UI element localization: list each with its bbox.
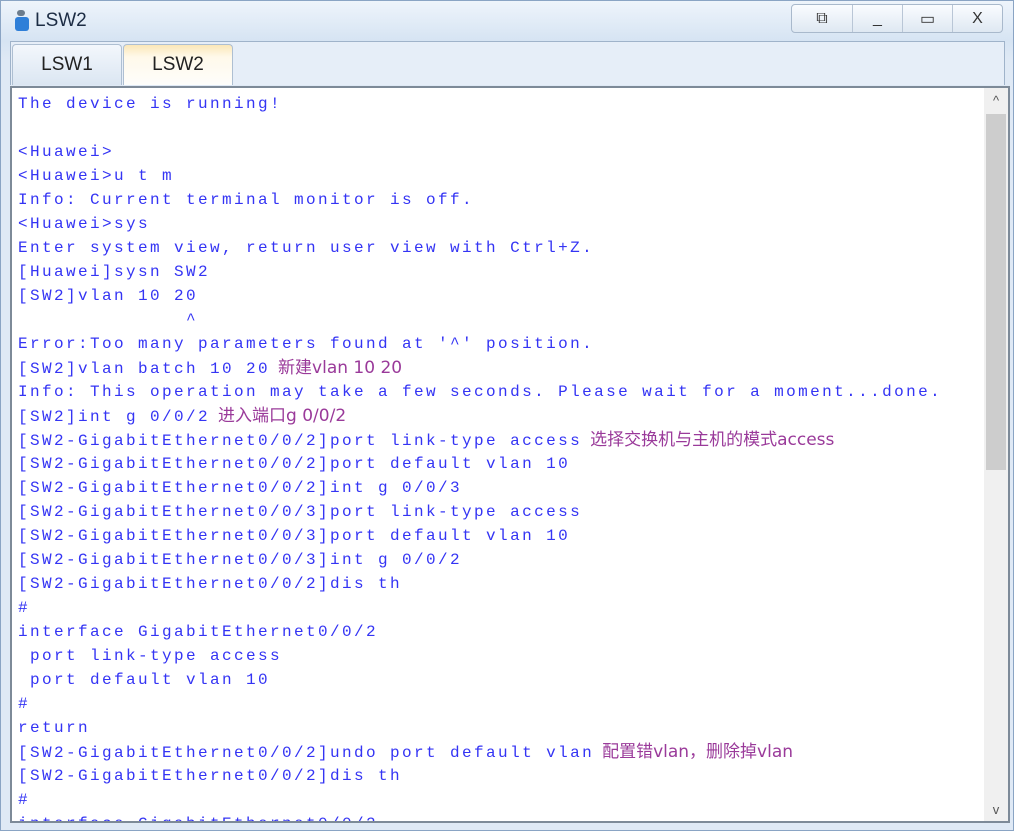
line-text: port link-type access (18, 647, 283, 665)
terminal-line: interface GigabitEthernet0/0/2 (18, 812, 942, 821)
line-text: [SW2-GigabitEthernet0/0/2]dis th (18, 575, 403, 593)
line-text: Enter system view, return user view with… (18, 239, 595, 257)
terminal-line: [SW2-GigabitEthernet0/0/3]int g 0/0/2 (18, 548, 942, 572)
switch-icon (15, 10, 31, 32)
terminal-line: The device is running! (18, 92, 942, 116)
scrollbar-thumb[interactable] (986, 114, 1006, 470)
line-text: Info: This operation may take a few seco… (18, 383, 943, 401)
line-text: <Huawei>u t m (18, 167, 175, 185)
line-text: interface GigabitEthernet0/0/2 (18, 623, 379, 641)
line-text: ^ (18, 311, 199, 329)
terminal-line: port default vlan 10 (18, 668, 942, 692)
terminal-line: Info: Current terminal monitor is off. (18, 188, 942, 212)
line-text: # (18, 791, 31, 809)
tab-bar: LSW1 LSW2 (10, 41, 1005, 85)
terminal-line: [Huawei]sysn SW2 (18, 260, 942, 284)
line-text: interface GigabitEthernet0/0/2 (18, 815, 378, 821)
terminal-line: Error:Too many parameters found at '^' p… (18, 332, 942, 356)
minimize-button[interactable]: _ (852, 5, 902, 32)
line-text: [SW2]int g 0/0/2 (18, 408, 211, 426)
restore-console-icon: ⧉ (816, 9, 828, 27)
maximize-icon: ▭ (919, 10, 936, 28)
tab-lsw2[interactable]: LSW2 (123, 44, 233, 85)
line-text: [SW2-GigabitEthernet0/0/2]port link-type… (18, 432, 583, 450)
terminal-lines: The device is running! <Huawei> <Huawei>u … (18, 92, 942, 821)
terminal-line: [SW2]int g 0/0/2 进入端口g 0/0/2 (18, 404, 942, 428)
line-text: <Huawei>sys (18, 215, 151, 233)
terminal-line: # (18, 596, 942, 620)
line-text: [SW2]vlan 10 20 (18, 287, 199, 305)
terminal-line: [SW2]vlan batch 10 20 新建vlan 10 20 (18, 356, 942, 380)
terminal-line: <Huawei> (18, 140, 942, 164)
line-text: [SW2]vlan batch 10 20 (18, 360, 271, 378)
line-text: [SW2-GigabitEthernet0/0/2]port default v… (18, 455, 571, 473)
terminal-line: [SW2-GigabitEthernet0/0/2]int g 0/0/3 (18, 476, 942, 500)
title-bar[interactable]: LSW2 ⧉ _ ▭ X (1, 1, 1013, 39)
terminal-line: <Huawei>u t m (18, 164, 942, 188)
terminal-line: interface GigabitEthernet0/0/2 (18, 620, 942, 644)
minimize-icon: _ (873, 9, 882, 27)
line-text: [SW2-GigabitEthernet0/0/2]undo port defa… (18, 744, 595, 762)
terminal-line: [SW2-GigabitEthernet0/0/2]port link-type… (18, 428, 942, 452)
close-icon: X (972, 9, 983, 27)
terminal-line: # (18, 692, 942, 716)
terminal-line: [SW2-GigabitEthernet0/0/2]dis th (18, 764, 942, 788)
line-text: Error:Too many parameters found at '^' p… (18, 335, 595, 353)
terminal-line: return (18, 716, 942, 740)
line-text: # (18, 599, 31, 617)
console-window: LSW2 ⧉ _ ▭ X LSW1 LSW2 The device is runnin… (0, 0, 1014, 831)
maximize-button[interactable]: ▭ (902, 5, 952, 32)
terminal-line: Info: This operation may take a few seco… (18, 380, 942, 404)
window-controls: ⧉ _ ▭ X (791, 4, 1003, 33)
terminal-line: [SW2-GigabitEthernet0/0/3]port link-type… (18, 500, 942, 524)
window-title: LSW2 (35, 10, 87, 31)
terminal-line: [SW2-GigabitEthernet0/0/3]port default v… (18, 524, 942, 548)
terminal-line: [SW2-GigabitEthernet0/0/2]undo port defa… (18, 740, 942, 764)
line-text: return (18, 719, 91, 737)
vertical-scrollbar[interactable]: ^ v (984, 88, 1008, 821)
terminal-line: Enter system view, return user view with… (18, 236, 942, 260)
line-text: [Huawei]sysn SW2 (18, 263, 211, 281)
line-text: [SW2-GigabitEthernet0/0/2]dis th (18, 767, 403, 785)
line-text: [SW2-GigabitEthernet0/0/3]int g 0/0/2 (18, 551, 463, 569)
annotation-note: 选择交换机与主机的模式access (590, 430, 835, 450)
line-text: [SW2-GigabitEthernet0/0/3]port link-type… (18, 503, 583, 521)
line-text: [SW2-GigabitEthernet0/0/3]port default v… (18, 527, 571, 545)
terminal-line: [SW2]vlan 10 20 (18, 284, 942, 308)
line-text: <Huawei> (18, 143, 115, 161)
annotation-note: 配置错vlan，删除掉vlan (602, 742, 794, 762)
line-text: [SW2-GigabitEthernet0/0/2]int g 0/0/3 (18, 479, 463, 497)
line-text: Info: Current terminal monitor is off. (18, 191, 475, 209)
line-text: # (18, 695, 31, 713)
terminal-output[interactable]: The device is running! <Huawei> <Huawei>u … (10, 86, 1010, 823)
annotation-note: 进入端口g 0/0/2 (218, 406, 347, 426)
restore-console-button[interactable]: ⧉ (792, 5, 852, 32)
terminal-line: port link-type access (18, 644, 942, 668)
line-text: The device is running! (18, 95, 283, 113)
terminal-line: # (18, 788, 942, 812)
terminal-line: <Huawei>sys (18, 212, 942, 236)
terminal-line: [SW2-GigabitEthernet0/0/2]dis th (18, 572, 942, 596)
terminal-line: ^ (18, 308, 942, 332)
terminal-line: [SW2-GigabitEthernet0/0/2]port default v… (18, 452, 942, 476)
scroll-down-button[interactable]: v (984, 797, 1008, 821)
tab-lsw1[interactable]: LSW1 (12, 44, 122, 85)
annotation-note: 新建vlan 10 20 (278, 358, 403, 378)
close-button[interactable]: X (952, 5, 1002, 32)
line-text: port default vlan 10 (18, 671, 271, 689)
scroll-up-button[interactable]: ^ (984, 88, 1008, 112)
